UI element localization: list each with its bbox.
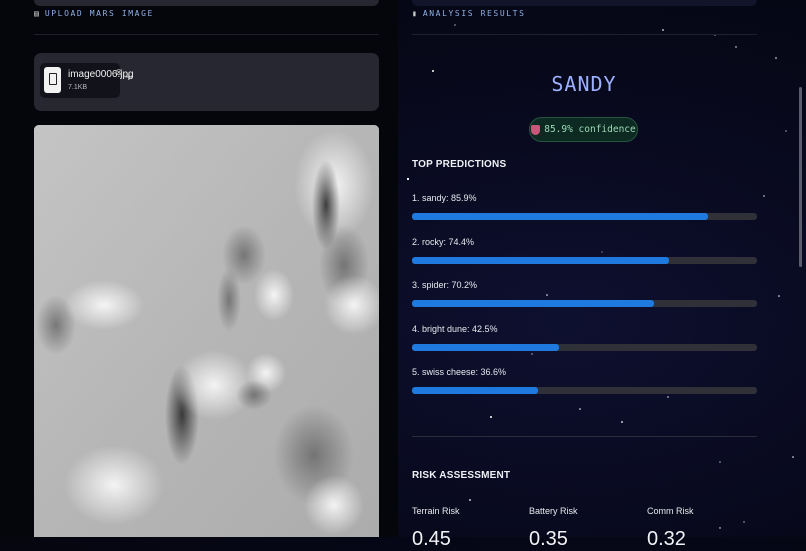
- prediction-progress-fill: [412, 387, 539, 394]
- prediction-progress-track: [412, 300, 757, 307]
- prediction-label: 1. sandy: 85.9%: [412, 193, 477, 203]
- prediction-label: 4. bright dune: 42.5%: [412, 323, 498, 334]
- analysis-title-divider: [412, 34, 757, 35]
- prediction-progress-track: [412, 213, 757, 220]
- mars-terrain-image: [34, 125, 379, 537]
- top-divider-left: [34, 0, 379, 6]
- file-name: image0006.jpg: [68, 69, 134, 80]
- mars-image-preview: [34, 125, 379, 537]
- file-size: 7.1KB: [68, 84, 88, 91]
- risk-label: Battery Risk: [529, 506, 578, 516]
- add-file-button[interactable]: +: [125, 69, 133, 84]
- risk-value: 0.35: [529, 528, 568, 550]
- prediction-label: 2. rocky: 74.4%: [412, 236, 475, 247]
- upload-title-divider: [34, 34, 379, 35]
- prediction-row: 3. spider: 70.2%: [412, 280, 757, 307]
- file-icon: [44, 67, 61, 93]
- upload-section-title: ▤ UPLOAD MARS IMAGE: [34, 9, 154, 18]
- risk-label: Terrain Risk: [412, 506, 460, 516]
- upload-panel: ▤ UPLOAD MARS IMAGE image0006.jpg 7.1KB ⊗…: [0, 0, 398, 537]
- file-uploader[interactable]: image0006.jpg 7.1KB ⊗ +: [34, 53, 379, 111]
- risk-metric-battery: Battery Risk 0.35: [529, 506, 639, 550]
- shield-icon: [531, 124, 541, 135]
- prediction-label: 3. spider: 70.2%: [412, 280, 478, 290]
- prediction-row: 2. rocky: 74.4%: [412, 236, 757, 264]
- prediction-row: 1. sandy: 85.9%: [412, 193, 757, 220]
- risk-value: 0.45: [412, 528, 451, 550]
- image-icon: ▤: [34, 9, 39, 18]
- uploaded-file-chip[interactable]: image0006.jpg 7.1KB ⊗: [40, 63, 134, 98]
- prediction-row: 4. bright dune: 42.5%: [412, 323, 757, 351]
- remove-file-icon[interactable]: ⊗: [115, 67, 123, 78]
- risk-assessment-heading: RISK ASSESSMENT: [412, 470, 511, 481]
- prediction-progress-fill: [412, 343, 559, 351]
- prediction-row: 5. swiss cheese: 36.6%: [412, 367, 757, 394]
- prediction-progress-track: [412, 343, 757, 351]
- risk-metric-comm: Comm Risk 0.32: [647, 506, 757, 550]
- top-predictions-heading: TOP PREDICTIONS: [412, 159, 507, 170]
- prediction-progress-track: [412, 387, 757, 394]
- risk-label: Comm Risk: [647, 506, 694, 516]
- confidence-badge: 85.9% confidence: [529, 117, 638, 142]
- page-scrollbar[interactable]: [799, 87, 802, 267]
- analysis-section-title: ▮ ANALYSIS RESULTS: [412, 9, 526, 18]
- prediction-progress-fill: [412, 300, 655, 307]
- predicted-class: SANDY: [551, 72, 617, 96]
- prediction-progress-fill: [412, 213, 709, 220]
- risk-metric-terrain: Terrain Risk 0.45: [412, 506, 522, 550]
- top-divider-right: [412, 0, 757, 6]
- risk-value: 0.32: [647, 528, 686, 550]
- prediction-progress-track: [412, 256, 757, 264]
- chart-icon: ▮: [412, 9, 417, 18]
- risk-divider: [412, 436, 757, 437]
- prediction-progress-fill: [412, 256, 669, 264]
- prediction-label: 5. swiss cheese: 36.6%: [412, 367, 507, 377]
